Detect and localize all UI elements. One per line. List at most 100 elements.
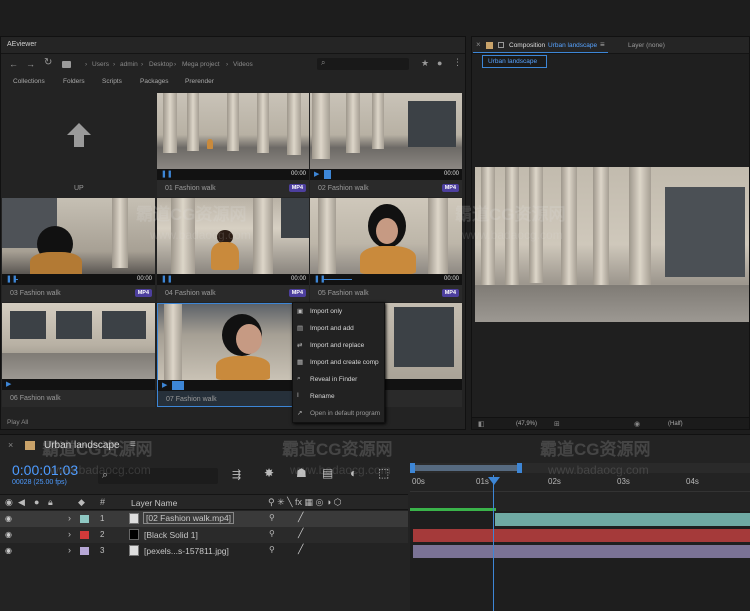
layer-1-bar[interactable]	[495, 513, 750, 526]
close-icon[interactable]: ×	[8, 440, 13, 450]
eye-icon[interactable]: ◉	[5, 514, 12, 523]
menu-item-import-and-replace[interactable]: ⇄ Import and replace	[293, 337, 386, 354]
camera-icon[interactable]: ◉	[634, 420, 640, 428]
shy-switch-icon[interactable]: ⚲	[269, 513, 275, 522]
refresh-icon[interactable]: ↻	[44, 57, 52, 68]
preview-icon[interactable]: ◧	[478, 420, 485, 428]
tab-packages[interactable]: Packages	[140, 78, 169, 85]
composition-viewer[interactable]	[475, 167, 749, 322]
tab-scripts[interactable]: Scripts	[102, 78, 122, 85]
quality-switch-icon[interactable]: ╱	[298, 512, 303, 523]
number-icon[interactable]: #	[100, 497, 105, 507]
chevron-right-icon[interactable]: ›	[68, 529, 71, 539]
play-icon[interactable]: ▶	[314, 170, 319, 178]
bell-icon[interactable]: ●	[437, 58, 442, 68]
layer-name[interactable]: [Black Solid 1]	[144, 530, 198, 540]
breadcrumb-item-videos[interactable]: Videos	[233, 61, 253, 68]
playhead[interactable]	[172, 381, 184, 390]
star-icon[interactable]: ★	[421, 58, 429, 69]
menu-item-reveal-in-finder[interactable]: ⌕ Reveal in Finder	[293, 371, 386, 388]
audio-icon[interactable]: ◀	[18, 497, 25, 508]
layer-3-bar[interactable]	[413, 545, 750, 558]
breadcrumb-item-mega-project[interactable]: Mega project	[182, 61, 220, 68]
playback-bar[interactable]: ▶ 00:00	[310, 169, 462, 180]
eye-icon[interactable]: ◉	[5, 530, 12, 539]
tab-collections[interactable]: Collections	[13, 78, 45, 85]
thumbnail-01[interactable]: ❚❚ 00:00 01 Fashion walk MP4	[157, 93, 309, 197]
menu-item-open-in-default-program[interactable]: ↗ Open in default program	[293, 405, 386, 422]
chevron-right-icon[interactable]: ›	[68, 545, 71, 555]
breadcrumb-item-desktop[interactable]: Desktop	[149, 61, 173, 68]
thumbnail-07[interactable]: ▶ 07 Fashion walk	[157, 303, 309, 407]
shy-switch-icon[interactable]: ⚲	[269, 529, 275, 538]
search-input[interactable]: ⌕	[317, 58, 409, 70]
thumbnail-05[interactable]: ❚❚ 00:00 05 Fashion walk MP4	[310, 198, 462, 302]
play-all-label[interactable]: Play All	[7, 419, 28, 426]
switches-icon[interactable]: ⚲ ✳ ╲ fx ▦ ◎ ◑ ⬡	[268, 497, 342, 508]
back-arrow-icon[interactable]: ←	[9, 59, 18, 69]
label-icon[interactable]: ◆	[78, 497, 85, 508]
grid-icon[interactable]: ⊞	[554, 420, 560, 428]
playback-bar[interactable]: ❚❚ 00:00	[157, 169, 309, 180]
lock-icon[interactable]: 🔒︎	[48, 497, 53, 508]
play-icon[interactable]: ▶	[6, 380, 11, 388]
quality-switch-icon[interactable]: ╱	[298, 528, 303, 539]
composition-tab-name[interactable]: Urban landscape	[548, 42, 597, 49]
hamburger-icon[interactable]: ≡	[600, 40, 605, 49]
close-icon[interactable]: ×	[476, 40, 481, 49]
resolution-select[interactable]: (Half)	[668, 421, 683, 427]
label-color-swatch[interactable]	[80, 531, 89, 539]
solo-icon[interactable]: ●	[34, 497, 39, 507]
lock-icon[interactable]	[498, 42, 504, 48]
pause-icon[interactable]: ❚❚	[161, 170, 173, 178]
zoom-level[interactable]: (47,9%)	[516, 421, 537, 427]
layer-name-header[interactable]: Layer Name	[131, 498, 177, 508]
layer-name[interactable]: [pexels...s-157811.jpg]	[144, 546, 229, 556]
thumbnail-06[interactable]: ▶ 06 Fashion walk	[2, 303, 155, 407]
composition-breadcrumb-tab[interactable]: Urban landscape	[482, 55, 547, 68]
tab-folders[interactable]: Folders	[63, 78, 85, 85]
menu-item-rename[interactable]: I Rename	[293, 388, 386, 405]
breadcrumb-item-admin[interactable]: admin	[120, 61, 138, 68]
thumbnail-02[interactable]: ▶ 00:00 02 Fashion walk MP4	[310, 93, 462, 197]
playback-bar[interactable]: ❚❚ 00:00	[2, 274, 155, 285]
playback-bar[interactable]: ❚❚ 00:00	[310, 274, 462, 285]
more-icon[interactable]: ⋮	[453, 57, 462, 68]
playback-bar[interactable]: ▶	[2, 379, 155, 390]
comp-flowchart-icon[interactable]: ⇶	[232, 468, 241, 481]
layer-row-1[interactable]: ◉ › 1 [02 Fashion walk.mp4] ⚲ ╱	[0, 511, 408, 527]
work-area-end-handle[interactable]	[517, 463, 522, 473]
work-area-range[interactable]	[410, 465, 520, 471]
playhead-handle[interactable]	[488, 477, 500, 485]
menu-item-import-and-add[interactable]: ▤ Import and add	[293, 320, 386, 337]
layer-2-bar[interactable]	[413, 529, 750, 542]
thumbnail-03[interactable]: ❚❚ 00:00 03 Fashion walk MP4	[2, 198, 155, 302]
composition-tab-prefix[interactable]: Composition	[509, 42, 545, 49]
layer-row-2[interactable]: ◉ › 2 [Black Solid 1] ⚲ ╱	[0, 527, 408, 543]
draft-3d-icon[interactable]: ✸	[264, 466, 274, 480]
quality-switch-icon[interactable]: ╱	[298, 544, 303, 555]
label-color-swatch[interactable]	[80, 515, 89, 523]
tab-prerender[interactable]: Prerender	[185, 78, 214, 85]
playback-bar[interactable]: ❚❚ 00:00	[157, 274, 309, 285]
playback-bar[interactable]: ▶	[158, 380, 308, 391]
label-color-swatch[interactable]	[80, 547, 89, 555]
layer-tab[interactable]: Layer (none)	[628, 42, 665, 49]
playhead-line[interactable]	[493, 475, 494, 611]
breadcrumb-item-users[interactable]: Users	[92, 61, 109, 68]
forward-arrow-icon[interactable]: →	[26, 59, 35, 69]
shy-switch-icon[interactable]: ⚲	[269, 545, 275, 554]
playhead[interactable]	[324, 170, 331, 179]
menu-item-import-and-create-comp[interactable]: ▦ Import and create comp	[293, 354, 386, 371]
play-icon[interactable]: ▶	[162, 381, 167, 389]
menu-item-import-only[interactable]: ▣ Import only	[293, 303, 386, 320]
pause-icon[interactable]: ❚❚	[161, 275, 173, 283]
layer-row-3[interactable]: ◉ › 3 [pexels...s-157811.jpg] ⚲ ╱	[0, 543, 408, 559]
eye-icon[interactable]: ◉	[5, 497, 13, 508]
chevron-right-icon[interactable]: ›	[68, 513, 71, 523]
layer-name[interactable]: [02 Fashion walk.mp4]	[142, 512, 235, 524]
work-area-start-handle[interactable]	[410, 463, 415, 473]
up-tile[interactable]: UP	[2, 93, 155, 197]
eye-icon[interactable]: ◉	[5, 546, 12, 555]
folder-icon[interactable]	[62, 61, 71, 68]
